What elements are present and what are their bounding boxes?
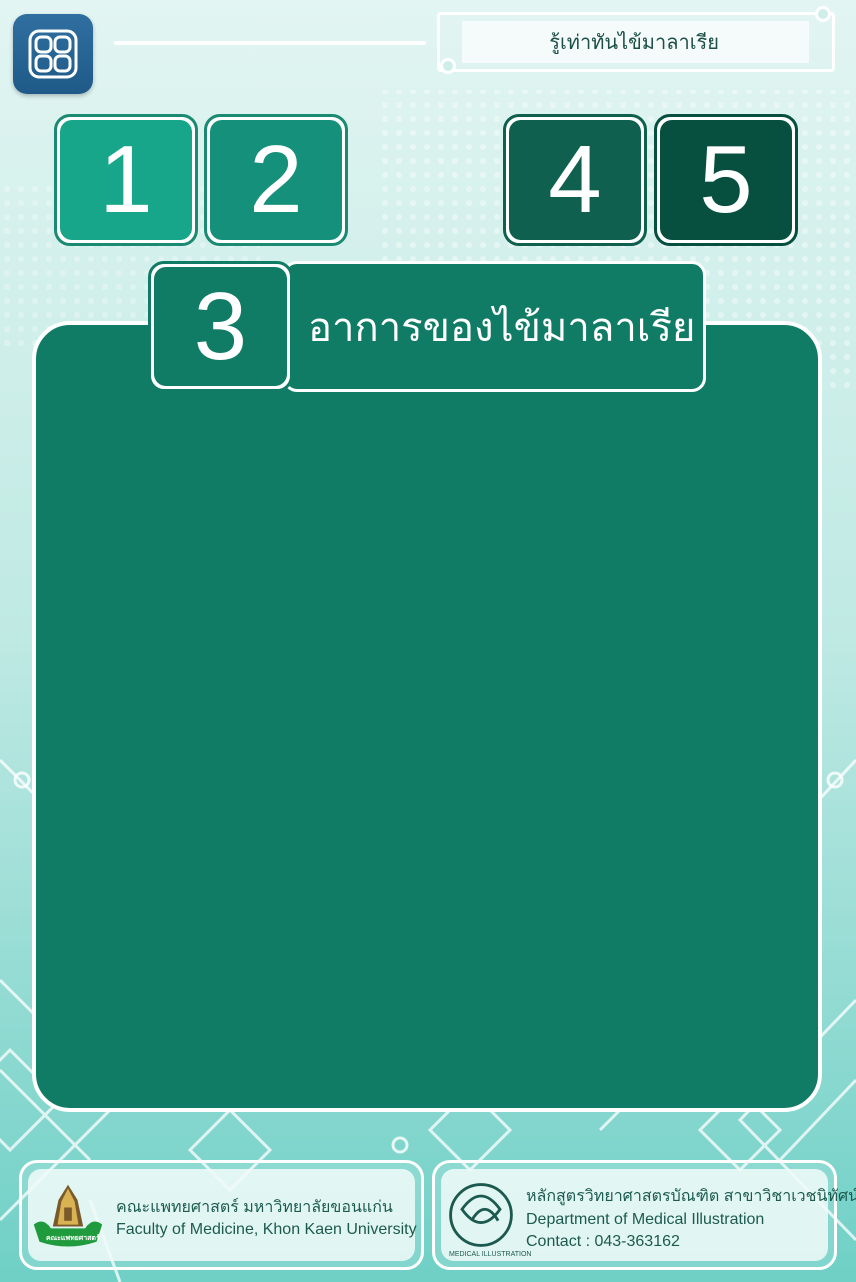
chapter-number: 2	[210, 120, 342, 240]
chapter-tab-1[interactable]: 1	[54, 114, 198, 246]
chapter-tab-3-active[interactable]: 3	[148, 261, 293, 392]
faculty-name-th: คณะแพทยศาสตร์ มหาวิทยาลัยขอนแก่น	[116, 1199, 393, 1216]
program-name-th: หลักสูตรวิทยาศาสตรบัณฑิต สาขาวิชาเวชนิทั…	[526, 1188, 856, 1205]
faculty-name-en: Faculty of Medicine, Khon Kaen Universit…	[116, 1221, 417, 1238]
frame-knob	[815, 6, 831, 22]
content-panel	[32, 321, 822, 1112]
medical-illustration-logo-icon	[449, 1183, 513, 1247]
frame-knob	[440, 58, 456, 74]
faculty-logo-caption: คณะแพทยศาสตร์	[46, 1235, 100, 1242]
section-title-tab: อาการของไข้มาลาเรีย	[283, 261, 706, 392]
department-logo-caption: MEDICAL ILLUSTRATION	[449, 1251, 532, 1258]
grid-menu-icon	[28, 29, 78, 79]
department-name-en: Department of Medical Illustration	[526, 1211, 765, 1228]
chapter-tab-2[interactable]: 2	[204, 114, 348, 246]
faculty-seal-icon	[33, 1184, 103, 1247]
chapter-number: 3	[154, 267, 287, 386]
menu-button[interactable]	[13, 14, 93, 94]
page-title: รู้เท่าทันไข้มาลาเรีย	[462, 21, 809, 63]
chapter-number: 5	[660, 120, 792, 240]
footer-faculty-card: คณะแพทยศาสตร์ คณะแพทยศาสตร์ มหาวิทยาลัยข…	[19, 1160, 424, 1270]
chapter-number: 4	[509, 120, 641, 240]
header-divider	[114, 41, 426, 45]
chapter-tab-4[interactable]: 4	[503, 114, 647, 246]
footer-department-card: MEDICAL ILLUSTRATION หลักสูตรวิทยาศาสตรบ…	[432, 1160, 856, 1270]
contact-phone: Contact : 043-363162	[526, 1233, 680, 1250]
chapter-number: 1	[60, 120, 192, 240]
chapter-tab-5[interactable]: 5	[654, 114, 798, 246]
section-title: อาการของไข้มาลาเรีย	[308, 305, 696, 350]
